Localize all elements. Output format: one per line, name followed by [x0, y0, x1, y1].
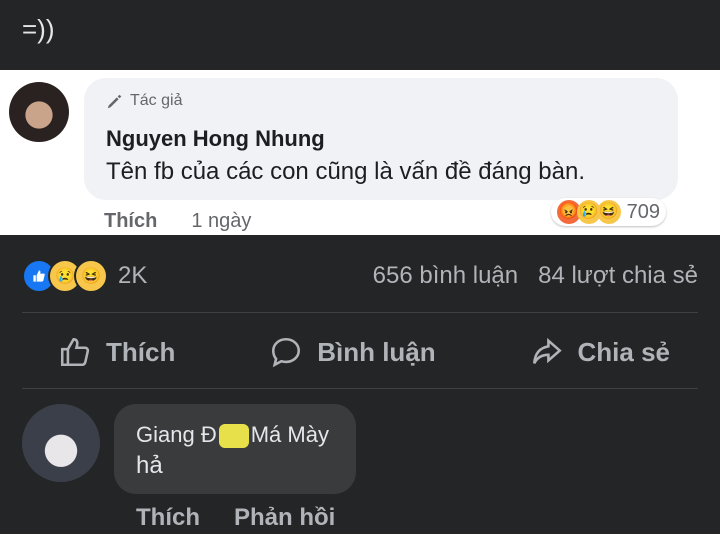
commenter-name[interactable]: Giang Đ Má Mày [136, 422, 329, 449]
commenter-name-first: Giang Đ [136, 422, 217, 447]
embedded-comment-text: Tên fb của các con cũng là vấn đề đáng b… [106, 158, 586, 185]
divider [22, 312, 698, 313]
comment-reply-button[interactable]: Phản hồi [234, 504, 335, 532]
redaction-mark [218, 424, 249, 449]
divider [22, 388, 698, 389]
comment-button-label: Bình luận [317, 336, 436, 367]
comment-like-button[interactable]: Thích [136, 504, 200, 532]
share-count[interactable]: 84 lượt chia sẻ [538, 262, 698, 290]
stats-right: 656 bình luận 84 lượt chia sẻ [373, 262, 698, 290]
comment-actions: Thích Phản hồi [136, 504, 335, 532]
post-action-bar: Thích Bình luận Chia sẻ [22, 324, 698, 380]
reaction-icons[interactable]: 😢 😆 [22, 259, 108, 293]
haha-icon: 😆 [74, 259, 108, 293]
comment-count[interactable]: 656 bình luận [373, 262, 518, 290]
pen-icon [107, 94, 122, 109]
comment-icon [272, 337, 301, 368]
author-badge: Tác giả [106, 92, 182, 110]
embedded-reaction-count: 709 [626, 200, 660, 223]
embedded-reactions: 😡 😢 😆 709 [550, 198, 666, 226]
comment-button[interactable]: Bình luận [269, 335, 436, 369]
embedded-comment-screenshot: Tác giả Nguyen Hong Nhung Tên fb của các… [0, 70, 720, 235]
embedded-comment-actions: Thích 1 ngày [104, 210, 251, 233]
like-button-label: Thích [106, 336, 176, 367]
embedded-author-name: Nguyen Hong Nhung [106, 126, 325, 151]
thumbs-up-icon [60, 337, 90, 367]
embedded-timestamp: 1 ngày [191, 210, 252, 232]
haha-icon: 😆 [596, 200, 621, 224]
share-button-label: Chia sẻ [577, 336, 671, 367]
comment-text: hả [136, 452, 163, 479]
share-icon [532, 337, 562, 364]
comment-bubble: Giang Đ Má Mày hả [114, 404, 356, 494]
reaction-total[interactable]: 2K [118, 262, 147, 290]
commenter-name-last: Má Mày [250, 422, 329, 447]
embedded-avatar [9, 82, 69, 142]
embedded-comment-bubble: Tác giả Nguyen Hong Nhung Tên fb của các… [84, 78, 678, 226]
like-button[interactable]: Thích [58, 335, 175, 369]
share-button[interactable]: Chia sẻ [530, 335, 671, 369]
author-badge-label: Tác giả [130, 92, 183, 109]
post-stats: 😢 😆 2K 656 bình luận 84 lượt chia sẻ [22, 258, 698, 294]
commenter-avatar[interactable] [22, 404, 100, 482]
post-text: =)) [22, 14, 55, 44]
embedded-like-label: Thích [104, 210, 158, 232]
